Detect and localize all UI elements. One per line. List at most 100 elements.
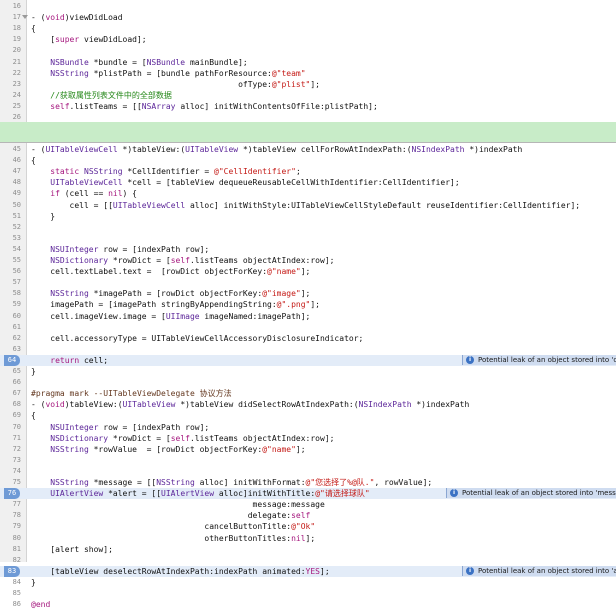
line-number[interactable]: 75 bbox=[0, 477, 21, 488]
code-line[interactable]: 17 - (void)viewDidLoad bbox=[0, 12, 616, 23]
line-number[interactable]: 62 bbox=[0, 333, 21, 344]
code-line[interactable]: 59 imagePath = [imagePath stringByAppend… bbox=[0, 299, 616, 310]
code-text[interactable]: return cell; bbox=[31, 355, 108, 366]
fold-chevron-icon[interactable] bbox=[22, 15, 28, 20]
code-text[interactable]: NSBundle *bundle = [NSBundle mainBundle]… bbox=[31, 57, 247, 68]
code-line[interactable]: 83 [tableView deselectRowAtIndexPath:ind… bbox=[0, 565, 616, 577]
code-text[interactable]: imagePath = [imagePath stringByAppending… bbox=[31, 299, 320, 310]
breakpoint-line-number[interactable]: 83 bbox=[4, 565, 20, 577]
code-line[interactable]: 66 bbox=[0, 377, 616, 388]
code-line[interactable]: 47 static NSString *CellIdentifier = @"C… bbox=[0, 166, 616, 177]
line-number[interactable]: 86 bbox=[0, 599, 21, 610]
code-text[interactable]: NSString *message = [[NSString alloc] in… bbox=[31, 477, 432, 488]
code-text[interactable]: [super viewDidLoad]; bbox=[31, 34, 146, 45]
line-number[interactable]: 57 bbox=[0, 277, 21, 288]
code-text[interactable]: { bbox=[31, 410, 36, 421]
code-text[interactable]: { bbox=[31, 23, 36, 34]
line-number[interactable]: 67 bbox=[0, 388, 21, 399]
line-number[interactable]: 60 bbox=[0, 311, 21, 322]
code-line[interactable]: 71 NSDictionary *rowDict = [self.listTea… bbox=[0, 433, 616, 444]
line-number[interactable]: 51 bbox=[0, 211, 21, 222]
code-text[interactable]: } bbox=[31, 366, 36, 377]
line-number[interactable]: 65 bbox=[0, 366, 21, 377]
code-text[interactable]: - (void)viewDidLoad bbox=[31, 12, 123, 23]
line-number[interactable]: 50 bbox=[0, 200, 21, 211]
line-number[interactable]: 20 bbox=[0, 45, 21, 56]
line-number[interactable]: 25 bbox=[0, 101, 21, 112]
code-line[interactable]: 46 { bbox=[0, 155, 616, 166]
code-text[interactable]: self.listTeams = [[NSArray alloc] initWi… bbox=[31, 101, 378, 112]
code-line[interactable]: 84} bbox=[0, 577, 616, 588]
line-number[interactable]: 80 bbox=[0, 533, 21, 544]
line-number[interactable]: 84 bbox=[0, 577, 21, 588]
line-number[interactable]: 61 bbox=[0, 322, 21, 333]
line-number[interactable]: 49 bbox=[0, 188, 21, 199]
line-number[interactable]: 54 bbox=[0, 244, 21, 255]
code-text[interactable]: static NSString *CellIdentifier = @"Cell… bbox=[31, 166, 301, 177]
code-line[interactable]: 45 - (UITableViewCell *)tableView:(UITabl… bbox=[0, 144, 616, 155]
code-text[interactable]: UIAlertView *alert = [[UIAlertView alloc… bbox=[31, 488, 369, 499]
code-line[interactable]: 69 { bbox=[0, 410, 616, 421]
analyzer-issue-badge[interactable]: i Potential leak of an object stored into… bbox=[462, 565, 616, 576]
code-line[interactable]: 51 } bbox=[0, 211, 616, 222]
breakpoint-line-number[interactable]: 64 bbox=[4, 354, 20, 366]
code-line[interactable]: 75 NSString *message = [[NSString alloc]… bbox=[0, 477, 616, 488]
code-text[interactable]: cell.accessoryType = UITableViewCellAcce… bbox=[31, 333, 363, 344]
line-number[interactable]: 73 bbox=[0, 455, 21, 466]
code-line[interactable]: 74 bbox=[0, 466, 616, 477]
code-text[interactable]: @end bbox=[31, 599, 50, 610]
code-text[interactable]: delegate:self bbox=[31, 510, 311, 521]
code-line[interactable]: 53 bbox=[0, 233, 616, 244]
code-line[interactable]: 24 //获取属性列表文件中的全部数据 bbox=[0, 90, 616, 101]
code-line[interactable]: 85 bbox=[0, 588, 616, 599]
code-line[interactable]: 16 bbox=[0, 1, 616, 12]
code-text[interactable]: ofType:@"plist"]; bbox=[31, 79, 320, 90]
line-number[interactable]: 72 bbox=[0, 444, 21, 455]
editor-pane-bottom[interactable]: 45 - (UITableViewCell *)tableView:(UITabl… bbox=[0, 143, 616, 609]
code-text[interactable]: NSUInteger row = [indexPath row]; bbox=[31, 244, 209, 255]
line-number[interactable]: 82 bbox=[0, 555, 21, 566]
line-number[interactable]: 48 bbox=[0, 177, 21, 188]
code-text[interactable]: - (UITableViewCell *)tableView:(UITableV… bbox=[31, 144, 522, 155]
line-number[interactable]: 70 bbox=[0, 422, 21, 433]
line-number[interactable]: 77 bbox=[0, 499, 21, 510]
code-line[interactable]: 56 cell.textLabel.text = [rowDict object… bbox=[0, 266, 616, 277]
line-number[interactable]: 68 bbox=[0, 399, 21, 410]
code-text[interactable]: NSString *plistPath = [bundle pathForRes… bbox=[31, 68, 305, 79]
code-line[interactable]: 54 NSUInteger row = [indexPath row]; bbox=[0, 244, 616, 255]
code-line[interactable]: 60 cell.imageView.image = [UIImage image… bbox=[0, 311, 616, 322]
code-line[interactable]: 78 delegate:self bbox=[0, 510, 616, 521]
line-number[interactable]: 59 bbox=[0, 299, 21, 310]
code-text[interactable]: NSString *rowValue = [rowDict objectForK… bbox=[31, 444, 305, 455]
line-number[interactable]: 78 bbox=[0, 510, 21, 521]
analyzer-issue-badge[interactable]: i Potential leak of an object stored into… bbox=[462, 354, 616, 365]
code-line[interactable]: 18 { bbox=[0, 23, 616, 34]
code-text[interactable]: { bbox=[31, 155, 36, 166]
line-number[interactable]: 53 bbox=[0, 233, 21, 244]
line-number[interactable]: 85 bbox=[0, 588, 21, 599]
code-line[interactable]: 19 [super viewDidLoad]; bbox=[0, 34, 616, 45]
line-number[interactable]: 47 bbox=[0, 166, 21, 177]
code-line[interactable]: 49 if (cell == nil) { bbox=[0, 188, 616, 199]
line-number[interactable]: 19 bbox=[0, 34, 21, 45]
pane-divider[interactable] bbox=[0, 122, 616, 142]
code-line[interactable]: 77 message:message bbox=[0, 499, 616, 510]
code-line[interactable]: 58 NSString *imagePath = [rowDict object… bbox=[0, 288, 616, 299]
code-line[interactable]: 21 NSBundle *bundle = [NSBundle mainBund… bbox=[0, 57, 616, 68]
code-line[interactable]: 22 NSString *plistPath = [bundle pathFor… bbox=[0, 68, 616, 79]
code-text[interactable]: UITableViewCell *cell = [tableView deque… bbox=[31, 177, 459, 188]
code-text[interactable]: } bbox=[31, 211, 55, 222]
line-number[interactable]: 69 bbox=[0, 410, 21, 421]
line-number[interactable]: 17 bbox=[0, 12, 21, 23]
code-line[interactable]: 81 [alert show]; bbox=[0, 544, 616, 555]
line-number[interactable]: 56 bbox=[0, 266, 21, 277]
line-number[interactable]: 22 bbox=[0, 68, 21, 79]
editor-pane-top[interactable]: 16 17 - (void)viewDidLoad 18 {19 [super view… bbox=[0, 0, 616, 135]
code-text[interactable]: message:message bbox=[31, 499, 325, 510]
code-line[interactable]: 57 bbox=[0, 277, 616, 288]
line-number[interactable]: 81 bbox=[0, 544, 21, 555]
code-text[interactable]: [tableView deselectRowAtIndexPath:indexP… bbox=[31, 566, 329, 577]
line-number[interactable]: 58 bbox=[0, 288, 21, 299]
code-text[interactable]: [alert show]; bbox=[31, 544, 113, 555]
line-number[interactable]: 18 bbox=[0, 23, 21, 34]
